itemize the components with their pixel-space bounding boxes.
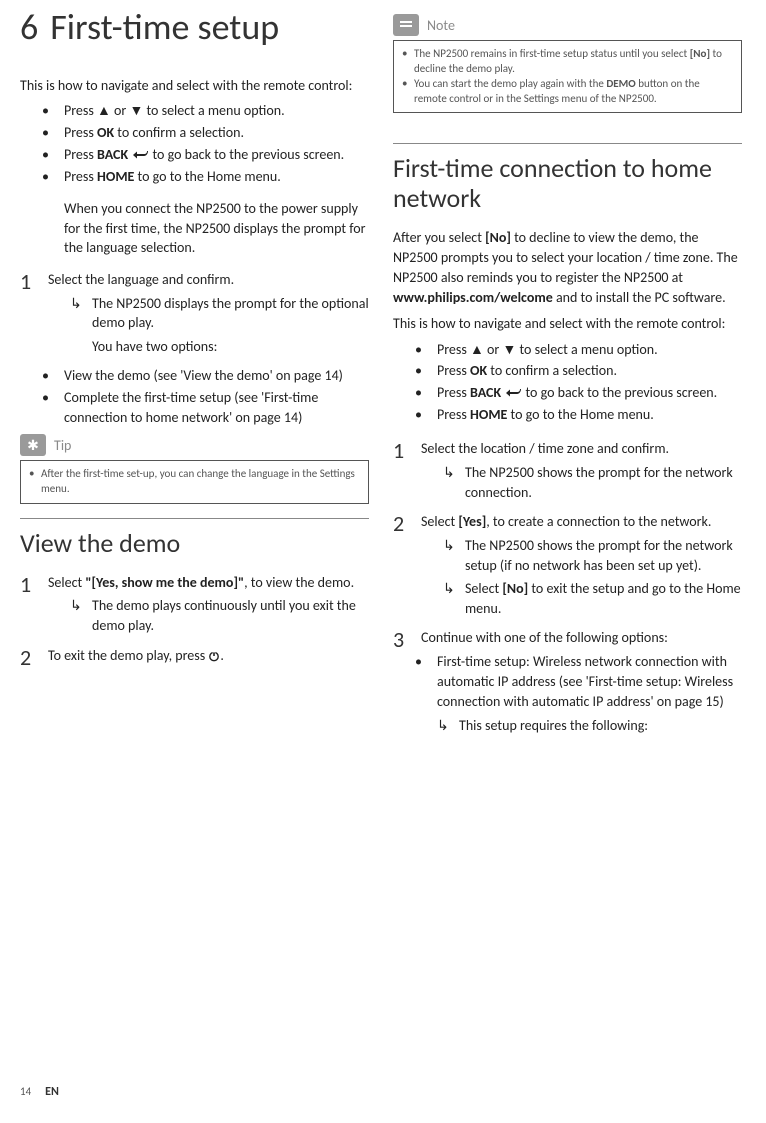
- nav-bullet-list: Press ▲ or ▼ to select a menu option. Pr…: [20, 101, 369, 187]
- left-option-complete-setup: Complete the first-time setup (see 'Firs…: [42, 388, 369, 428]
- nav-bullet-back: Press BACK to go back to the previous sc…: [42, 145, 369, 165]
- left-steps: Select the language and confirm. The NP2…: [20, 270, 369, 357]
- note-item-1: The NP2500 remains in first-time setup s…: [402, 47, 733, 77]
- back-arrow-icon: [504, 387, 522, 399]
- chapter-number: 6: [20, 8, 38, 48]
- left-step-1-options-intro: You have two options:: [92, 337, 369, 357]
- right-step-1: Select the location / time zone and conf…: [393, 439, 742, 502]
- right-step-3-result: This setup requires the following:: [437, 716, 742, 736]
- intro-text: This is how to navigate and select with …: [20, 76, 369, 96]
- left-step-1-result: The NP2500 displays the prompt for the o…: [70, 294, 369, 333]
- nav-bullet-ok: Press OK to confirm a selection.: [42, 123, 369, 143]
- rnav-bullet-back: Press BACK to go back to the previous sc…: [415, 383, 742, 403]
- right-step-3-options: First-time setup: Wireless network conne…: [393, 652, 742, 735]
- conn-intro-nav: This is how to navigate and select with …: [393, 314, 742, 334]
- right-nav-bullet-list: Press ▲ or ▼ to select a menu option. Pr…: [393, 340, 742, 426]
- section-first-time-connection: First-time connection to home network: [393, 143, 742, 214]
- nav-bullet-home: Press HOME to go to the Home menu.: [42, 167, 369, 187]
- view-demo-step-1: Select "[Yes, show me the demo]", to vie…: [20, 573, 369, 636]
- left-column: 6 First-time setup This is how to navigat…: [20, 8, 369, 741]
- rnav-bullet-ok: Press OK to confirm a selection.: [415, 361, 742, 381]
- triangle-up-icon: ▲: [470, 341, 484, 358]
- back-arrow-icon: [131, 149, 149, 161]
- chapter-title: First-time setup: [50, 5, 279, 49]
- right-steps: Select the location / time zone and conf…: [393, 439, 742, 648]
- tip-callout: ✱ Tip After the first-time set-up, you c…: [20, 434, 369, 504]
- triangle-up-icon: ▲: [97, 102, 111, 119]
- page-lang: EN: [45, 1085, 59, 1099]
- note-lines-icon: [393, 14, 419, 36]
- asterisk-icon: ✱: [20, 434, 46, 456]
- note-callout: Note The NP2500 remains in first-time se…: [393, 14, 742, 113]
- triangle-down-icon: ▼: [502, 341, 516, 358]
- note-label: Note: [427, 17, 455, 34]
- rnav-bullet-updown: Press ▲ or ▼ to select a menu option.: [415, 340, 742, 360]
- tip-label: Tip: [54, 437, 71, 454]
- page-number: 14: [20, 1085, 31, 1098]
- right-column: Note The NP2500 remains in first-time se…: [393, 8, 742, 741]
- left-step-1: Select the language and confirm. The NP2…: [20, 270, 369, 357]
- rnav-bullet-home: Press HOME to go to the Home menu.: [415, 405, 742, 425]
- note-item-2: You can start the demo play again with t…: [402, 77, 733, 107]
- connect-paragraph: When you connect the NP2500 to the power…: [64, 199, 369, 258]
- left-option-view-demo: View the demo (see 'View the demo' on pa…: [42, 366, 369, 386]
- right-step-3-option-1: First-time setup: Wireless network conne…: [415, 652, 742, 735]
- chapter-heading: 6 First-time setup: [20, 8, 369, 48]
- power-icon: [208, 650, 220, 662]
- right-step-2-result-2: Select [No] to exit the setup and go to …: [443, 579, 742, 618]
- section-view-the-demo: View the demo: [20, 518, 369, 559]
- view-demo-steps: Select "[Yes, show me the demo]", to vie…: [20, 573, 369, 666]
- page: 6 First-time setup This is how to navigat…: [0, 0, 766, 741]
- right-step-2: Select [Yes], to create a connection to …: [393, 512, 742, 618]
- tip-text: After the first-time set-up, you can cha…: [29, 467, 360, 497]
- right-step-1-result: The NP2500 shows the prompt for the netw…: [443, 463, 742, 502]
- page-footer: 14 EN: [20, 1085, 59, 1099]
- view-demo-step-2: To exit the demo play, press .: [20, 646, 369, 666]
- view-demo-step-1-result: The demo plays continuously until you ex…: [70, 596, 369, 635]
- conn-para-1: After you select [No] to decline to view…: [393, 228, 742, 308]
- right-step-3: Continue with one of the following optio…: [393, 628, 742, 648]
- nav-bullet-updown: Press ▲ or ▼ to select a menu option.: [42, 101, 369, 121]
- triangle-down-icon: ▼: [129, 102, 143, 119]
- left-options-list: View the demo (see 'View the demo' on pa…: [20, 366, 369, 428]
- right-step-2-result-1: The NP2500 shows the prompt for the netw…: [443, 536, 742, 575]
